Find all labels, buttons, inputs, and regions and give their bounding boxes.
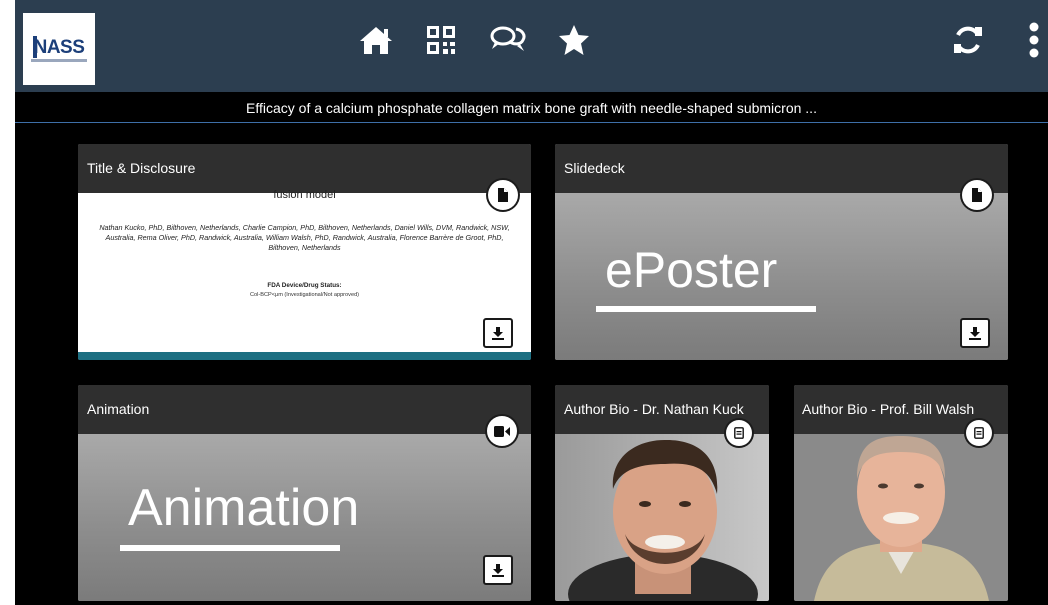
document-icon[interactable] xyxy=(488,180,518,210)
author-photo-kuck xyxy=(555,434,769,601)
video-camera-icon[interactable] xyxy=(487,416,517,446)
cover-underline xyxy=(120,545,340,551)
author-photo-walsh xyxy=(794,434,1008,601)
download-icon[interactable] xyxy=(960,318,990,348)
card-title: Author Bio - Prof. Bill Walsh xyxy=(802,401,975,417)
card-title: Slidedeck xyxy=(564,160,625,176)
card-slidedeck[interactable]: Slidedeck ePoster xyxy=(555,144,1008,360)
document-icon[interactable] xyxy=(962,180,992,210)
document-fda-label: FDA Device/Drug Status: xyxy=(267,282,342,289)
document-heading: fusion model xyxy=(273,189,336,201)
nass-logo[interactable]: NASS xyxy=(23,13,95,85)
qr-code-icon[interactable] xyxy=(421,20,461,60)
slidedeck-cover: ePoster xyxy=(555,193,1008,360)
presentation-title: Efficacy of a calcium phosphate collagen… xyxy=(246,100,817,116)
animation-cover: Animation xyxy=(78,434,531,601)
top-navigation-bar: NASS xyxy=(15,0,1048,92)
cover-text: ePoster xyxy=(605,242,778,298)
logo-subtitle-line xyxy=(31,59,87,62)
star-icon[interactable] xyxy=(554,20,594,60)
card-header: Slidedeck xyxy=(555,144,1008,193)
more-vertical-icon[interactable] xyxy=(1019,20,1048,60)
disclosure-document-preview: fusion model Nathan Kucko, PhD, Bilthove… xyxy=(78,189,531,352)
card-author-bio-walsh[interactable]: Author Bio - Prof. Bill Walsh xyxy=(794,385,1008,601)
app-frame: NASS Efficacy of a calcium phosphate col… xyxy=(15,0,1048,605)
file-text-icon[interactable] xyxy=(726,420,752,446)
cover-text: Animation xyxy=(128,479,360,537)
file-text-icon[interactable] xyxy=(966,420,992,446)
card-animation[interactable]: Animation Animation xyxy=(78,385,531,601)
document-authors: Nathan Kucko, PhD, Bilthoven, Netherland… xyxy=(99,223,510,252)
home-icon[interactable] xyxy=(356,20,396,60)
cover-underline xyxy=(596,306,816,312)
document-fda-status: Col-BCP<μm (Investigational/Not approved… xyxy=(249,292,360,298)
card-title: Author Bio - Dr. Nathan Kuck xyxy=(564,401,744,417)
card-title-disclosure[interactable]: Title & Disclosure fusion model Nathan K… xyxy=(78,144,531,360)
card-header: Title & Disclosure xyxy=(78,144,531,193)
download-icon[interactable] xyxy=(483,318,513,348)
card-header: Animation xyxy=(78,385,531,434)
download-icon[interactable] xyxy=(483,555,513,585)
card-title: Title & Disclosure xyxy=(87,160,196,176)
card-author-bio-kuck[interactable]: Author Bio - Dr. Nathan Kuck xyxy=(555,385,769,601)
document-footer-stripe xyxy=(78,352,531,360)
chat-icon[interactable] xyxy=(488,20,528,60)
author-portrait-image xyxy=(794,434,1008,601)
refresh-icon[interactable] xyxy=(948,20,988,60)
card-title: Animation xyxy=(87,401,150,417)
logo-text: NASS xyxy=(33,37,85,58)
presentation-title-bar: Efficacy of a calcium phosphate collagen… xyxy=(15,92,1048,123)
author-portrait-image xyxy=(555,434,769,601)
card-preview: fusion model Nathan Kucko, PhD, Bilthove… xyxy=(78,189,531,360)
